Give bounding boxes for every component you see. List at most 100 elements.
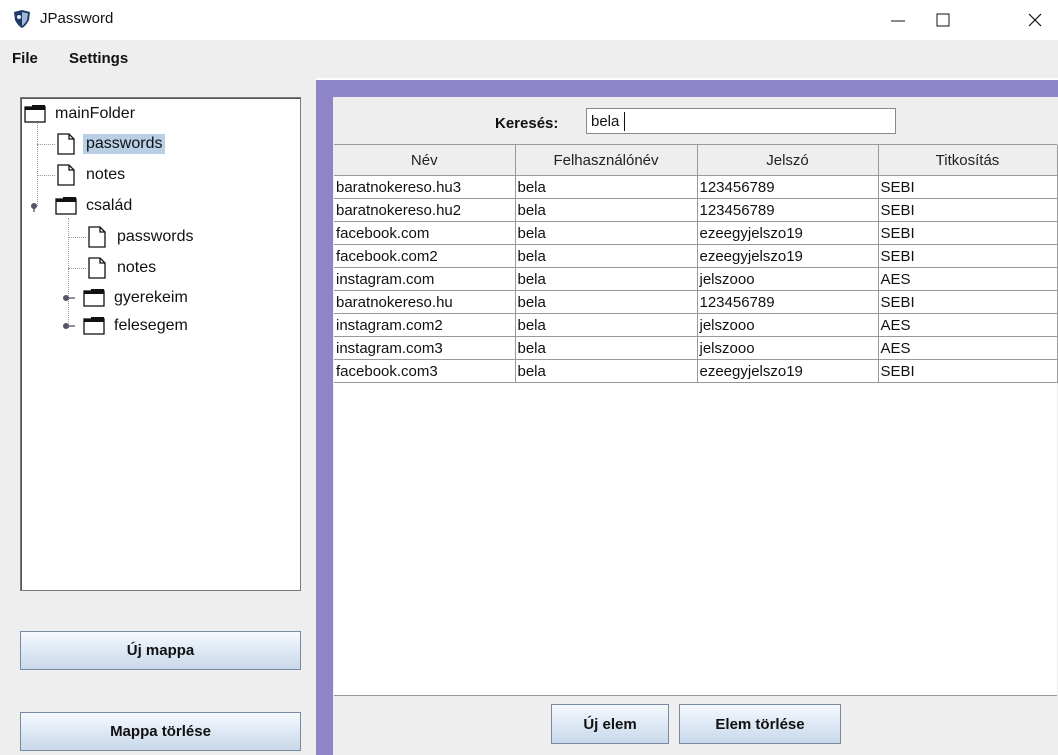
tree-node-gyerekeim[interactable]: gyerekeim [83, 286, 191, 310]
table-cell: instagram.com3 [334, 336, 516, 360]
table-cell: baratnokereso.hu3 [334, 175, 516, 199]
shield-icon [14, 10, 30, 28]
menu-bar: File Settings [0, 40, 1058, 78]
table-cell: ezeegyjelszo19 [697, 244, 879, 268]
tree-node-mainfolder[interactable]: mainFolder [24, 102, 138, 126]
table-cell: bela [515, 244, 698, 268]
table-cell: bela [515, 198, 698, 222]
maximize-button[interactable] [921, 0, 966, 40]
table-row[interactable]: instagram.com3 bela jelszooo AES [334, 336, 1058, 360]
table-cell: SEBI [878, 198, 1058, 222]
table-header-row: Név Felhasználónév Jelszó Titkosítás [334, 145, 1058, 176]
menu-file[interactable]: File [12, 50, 38, 67]
table-cell: bela [515, 267, 698, 291]
table-cell: SEBI [878, 175, 1058, 199]
table-cell: SEBI [878, 290, 1058, 314]
column-header-nev[interactable]: Név [334, 145, 516, 176]
title-bar: JPassword [0, 0, 1058, 40]
tree-node-passwords[interactable]: passwords [55, 132, 166, 156]
folder-tree[interactable]: mainFolder passwords notes család passwo… [20, 97, 301, 591]
column-header-jelszo[interactable]: Jelszó [697, 145, 879, 176]
close-button[interactable] [1013, 0, 1058, 40]
delete-folder-button[interactable]: Mappa törlése [20, 712, 301, 751]
table-row[interactable]: facebook.com bela ezeegyjelszo19 SEBI [334, 221, 1058, 245]
tree-connector [37, 175, 55, 176]
table-cell: ezeegyjelszo19 [697, 221, 879, 245]
table-cell: jelszooo [697, 313, 879, 337]
table-row[interactable]: instagram.com2 bela jelszooo AES [334, 313, 1058, 337]
new-folder-button[interactable]: Új mappa [20, 631, 301, 670]
minimize-icon [891, 20, 905, 22]
table-cell: facebook.com [334, 221, 516, 245]
table-cell: jelszooo [697, 267, 879, 291]
tree-node-label: passwords [83, 134, 166, 154]
tree-node-label: notes [86, 166, 126, 183]
expanded-toggle-icon[interactable] [27, 202, 41, 212]
table-row[interactable]: baratnokereso.hu3 bela 123456789 SEBI [334, 175, 1058, 199]
tree-connector [68, 237, 86, 238]
password-table[interactable]: Név Felhasználónév Jelszó Titkosítás bar… [334, 144, 1058, 696]
tree-connector [37, 120, 38, 206]
file-icon [88, 226, 106, 248]
file-icon [57, 164, 75, 186]
text-caret [624, 112, 625, 131]
tree-node-label: felesegem [114, 317, 188, 334]
folder-open-icon [55, 197, 77, 215]
delete-item-button[interactable]: Elem törlése [679, 704, 841, 744]
table-cell: bela [515, 290, 698, 314]
table-cell: SEBI [878, 221, 1058, 245]
content-panel: Keresés: Név Felhasználónév Jelszó Titko… [333, 97, 1058, 755]
table-cell: bela [515, 175, 698, 199]
column-header-felhasznalonev[interactable]: Felhasználónév [515, 145, 698, 176]
minimize-button[interactable] [876, 0, 921, 40]
table-cell: bela [515, 336, 698, 360]
tree-node-notes[interactable]: notes [55, 163, 128, 187]
tree-node-label: notes [117, 259, 157, 276]
table-cell: 123456789 [697, 175, 879, 199]
tree-connector [68, 268, 86, 269]
table-cell: instagram.com2 [334, 313, 516, 337]
menu-settings[interactable]: Settings [69, 50, 128, 67]
tree-node-label: család [86, 197, 133, 214]
window-title: JPassword [40, 10, 114, 27]
search-input[interactable] [586, 108, 896, 134]
table-cell: AES [878, 267, 1058, 291]
table-cell: facebook.com2 [334, 244, 516, 268]
tree-node-passwords[interactable]: passwords [86, 225, 196, 249]
folder-panel: mainFolder passwords notes család passwo… [0, 78, 316, 755]
tree-connector [68, 218, 69, 328]
table-cell: baratnokereso.hu [334, 290, 516, 314]
file-icon [88, 257, 106, 279]
table-cell: AES [878, 313, 1058, 337]
table-cell: AES [878, 336, 1058, 360]
column-header-titkositas[interactable]: Titkosítás [878, 145, 1058, 176]
collapsed-toggle-icon[interactable] [61, 321, 75, 331]
search-label: Keresés: [495, 115, 559, 132]
tree-node-label: passwords [117, 228, 194, 245]
close-icon [1028, 13, 1042, 27]
table-row[interactable]: baratnokereso.hu2 bela 123456789 SEBI [334, 198, 1058, 222]
folder-icon [83, 317, 105, 335]
table-cell: bela [515, 313, 698, 337]
table-row[interactable]: baratnokereso.hu bela 123456789 SEBI [334, 290, 1058, 314]
collapsed-toggle-icon[interactable] [61, 293, 75, 303]
tree-node-felesegem[interactable]: felesegem [83, 314, 191, 338]
tree-node-notes[interactable]: notes [86, 256, 159, 280]
tree-node-csalad[interactable]: család [55, 194, 135, 218]
table-row[interactable]: facebook.com2 bela ezeegyjelszo19 SEBI [334, 244, 1058, 268]
table-cell: 123456789 [697, 198, 879, 222]
table-cell: baratnokereso.hu2 [334, 198, 516, 222]
folder-icon [83, 289, 105, 307]
tree-node-label: mainFolder [55, 105, 136, 122]
table-cell: 123456789 [697, 290, 879, 314]
table-row[interactable]: instagram.com bela jelszooo AES [334, 267, 1058, 291]
table-cell: jelszooo [697, 336, 879, 360]
table-cell: SEBI [878, 359, 1058, 383]
new-item-button[interactable]: Új elem [551, 704, 669, 744]
tree-connector [37, 144, 55, 145]
table-cell: bela [515, 359, 698, 383]
folder-open-icon [24, 105, 46, 123]
table-cell: ezeegyjelszo19 [697, 359, 879, 383]
table-cell: facebook.com3 [334, 359, 516, 383]
table-row[interactable]: facebook.com3 bela ezeegyjelszo19 SEBI [334, 359, 1058, 383]
